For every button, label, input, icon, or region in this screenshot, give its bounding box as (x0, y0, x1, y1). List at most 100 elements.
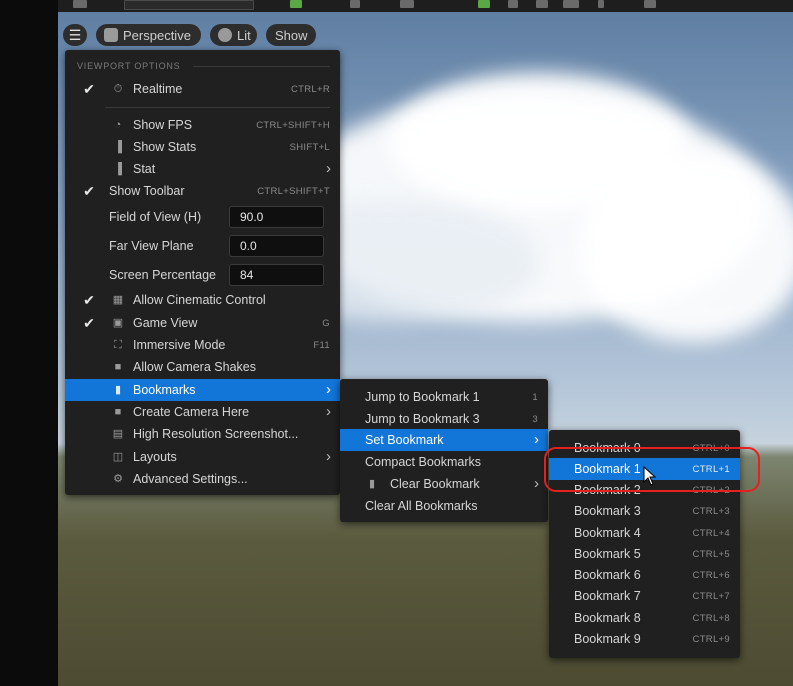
clear-all-bookmarks-item[interactable]: Clear All Bookmarks (340, 495, 548, 517)
chevron-right-icon: › (534, 431, 539, 448)
shortcut: F11 (313, 339, 330, 351)
hamburger-icon: ☰ (68, 26, 82, 43)
left-panel-edge (0, 0, 58, 686)
sphere-icon (218, 28, 232, 42)
layouts-label: Layouts (133, 450, 177, 464)
perspective-button[interactable]: Perspective (96, 24, 201, 46)
layouts-item[interactable]: ◫ Layouts › (65, 446, 340, 468)
show-stats-label: Show Stats (133, 140, 197, 154)
bookmark-9-item[interactable]: Bookmark 9 CTRL+9 (549, 628, 740, 650)
bookmark-label: Bookmark 9 (574, 632, 641, 646)
far-view-label: Far View Plane (109, 239, 194, 253)
stopwatch-icon: ⏱ (113, 83, 123, 95)
camera-shakes-item[interactable]: ■ Allow Camera Shakes (65, 356, 340, 378)
toolbar-icon[interactable] (563, 0, 579, 8)
lit-button[interactable]: Lit (210, 24, 257, 46)
bookmark-label: Bookmark 8 (574, 611, 641, 625)
checkmark-icon: ✔ (83, 315, 95, 331)
shortcut: 1 (532, 391, 538, 403)
game-view-label: Game View (133, 316, 198, 330)
viewport-options-menu: VIEWPORT OPTIONS ✔ ⏱ Realtime CTRL+R ◔ S… (65, 50, 340, 495)
shortcut: CTRL+SHIFT+H (256, 119, 330, 131)
chevron-right-icon: › (326, 160, 331, 177)
shortcut: 3 (532, 413, 538, 425)
immersive-item[interactable]: ⛶ Immersive Mode F11 (65, 334, 340, 356)
layout-icon: ◫ (112, 451, 124, 463)
bookmark-7-item[interactable]: Bookmark 7 CTRL+7 (549, 585, 740, 607)
toolbar-icon[interactable] (350, 0, 360, 8)
game-view-icon: ▣ (112, 317, 124, 329)
set-bookmark-label: Set Bookmark (365, 433, 444, 447)
perspective-label: Perspective (123, 27, 191, 43)
realtime-item[interactable]: ✔ ⏱ Realtime CTRL+R (65, 78, 340, 100)
screen-pct-input[interactable]: 84 (229, 264, 324, 286)
bookmarks-item[interactable]: ▮ Bookmarks › (65, 379, 340, 401)
immersive-label: Immersive Mode (133, 338, 226, 352)
far-view-input[interactable]: 0.0 (229, 235, 324, 257)
toolbar-icon[interactable] (598, 0, 604, 8)
viewport-menu-button[interactable]: ☰ (63, 24, 87, 46)
advanced-settings-item[interactable]: ⚙ Advanced Settings... (65, 468, 340, 490)
compact-bookmarks-item[interactable]: Compact Bookmarks (340, 451, 548, 473)
show-label: Show (275, 27, 308, 43)
jump-bookmark-1-item[interactable]: Jump to Bookmark 1 1 (340, 386, 548, 408)
show-button[interactable]: Show (266, 24, 316, 46)
shortcut: CTRL+5 (692, 548, 730, 560)
show-toolbar-item[interactable]: ✔ Show Toolbar CTRL+SHIFT+T (65, 180, 340, 202)
play-icon[interactable] (478, 0, 490, 8)
create-camera-label: Create Camera Here (133, 405, 250, 419)
show-stats-item[interactable]: ▐ Show Stats SHIFT+L (65, 136, 340, 158)
toolbar-icon[interactable] (536, 0, 548, 8)
stat-label: Stat (133, 162, 156, 176)
advanced-label: Advanced Settings... (133, 472, 248, 486)
shortcut: SHIFT+L (289, 141, 330, 153)
camera-icon: ■ (114, 406, 122, 418)
toolbar-icon[interactable] (400, 0, 414, 8)
checkmark-icon: ✔ (83, 81, 95, 97)
clear-all-bookmarks-label: Clear All Bookmarks (365, 499, 478, 513)
shortcut: CTRL+4 (692, 527, 730, 539)
bookmark-icon: ▮ (368, 478, 376, 490)
divider (193, 66, 330, 67)
camera-shakes-label: Allow Camera Shakes (133, 360, 256, 374)
toolbar-field[interactable] (124, 0, 254, 10)
fov-input[interactable]: 90.0 (229, 206, 324, 228)
set-bookmark-item[interactable]: Set Bookmark › (340, 429, 548, 451)
hi-res-label: High Resolution Screenshot... (133, 427, 299, 441)
bookmark-label: Bookmark 5 (574, 547, 641, 561)
bookmark-8-item[interactable]: Bookmark 8 CTRL+8 (549, 607, 740, 629)
create-camera-item[interactable]: ■ Create Camera Here › (65, 401, 340, 423)
bookmark-4-item[interactable]: Bookmark 4 CTRL+4 (549, 522, 740, 544)
film-icon: ▦ (112, 294, 124, 306)
jump-bookmark-1-label: Jump to Bookmark 1 (365, 390, 480, 404)
fps-icon: ◔ (114, 119, 122, 131)
show-fps-item[interactable]: ◔ Show FPS CTRL+SHIFT+H (65, 114, 340, 136)
game-view-item[interactable]: ✔ ▣ Game View G (65, 312, 340, 334)
cinematic-item[interactable]: ✔ ▦ Allow Cinematic Control (65, 289, 340, 311)
stat-item[interactable]: ▐ Stat › (65, 158, 340, 180)
bookmarks-label: Bookmarks (133, 383, 196, 397)
jump-bookmark-3-item[interactable]: Jump to Bookmark 3 3 (340, 408, 548, 430)
bookmark-3-item[interactable]: Bookmark 3 CTRL+3 (549, 500, 740, 522)
hi-res-screenshot-item[interactable]: ▤ High Resolution Screenshot... (65, 423, 340, 445)
shortcut: CTRL+9 (692, 633, 730, 645)
fullscreen-icon: ⛶ (114, 339, 122, 351)
checkmark-icon: ✔ (83, 292, 95, 308)
cinematic-label: Allow Cinematic Control (133, 293, 266, 307)
toolbar-icon[interactable] (508, 0, 518, 8)
editor-top-toolbar (58, 0, 793, 12)
shortcut: G (322, 317, 330, 329)
bookmark-6-item[interactable]: Bookmark 6 CTRL+6 (549, 564, 740, 586)
bar-chart-icon: ▐ (114, 163, 122, 175)
toolbar-icon[interactable] (73, 0, 87, 8)
shortcut: CTRL+R (290, 83, 330, 95)
bookmark-5-item[interactable]: Bookmark 5 CTRL+5 (549, 543, 740, 565)
fov-label: Field of View (H) (109, 210, 202, 224)
clear-bookmark-item[interactable]: ▮ Clear Bookmark › (340, 473, 548, 495)
toolbar-icon[interactable] (644, 0, 656, 8)
shortcut: CTRL+3 (692, 505, 730, 517)
jump-bookmark-3-label: Jump to Bookmark 3 (365, 412, 480, 426)
bookmark-label: Bookmark 7 (574, 589, 641, 603)
lit-label: Lit (237, 27, 251, 43)
add-icon[interactable] (290, 0, 302, 8)
